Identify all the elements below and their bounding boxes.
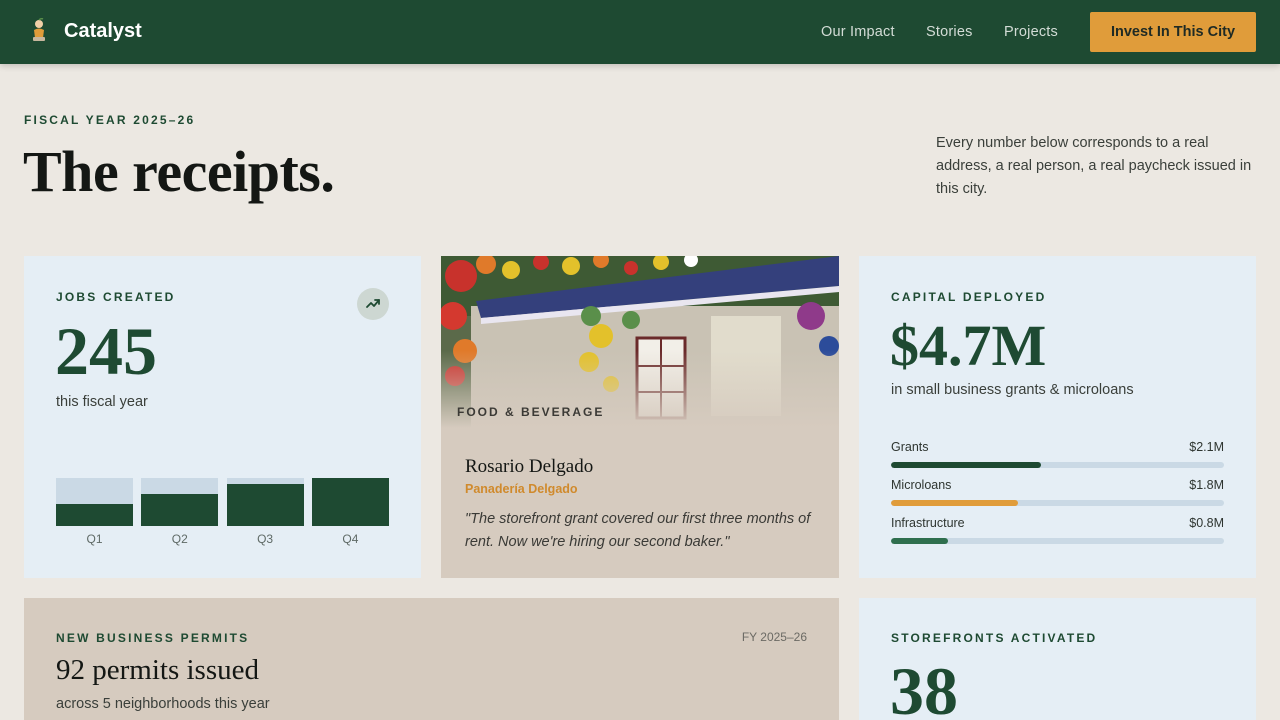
allocation-bar-fill [891,462,1041,468]
bar-q2 [141,478,219,526]
allocation-bar-track [891,500,1224,506]
brand-name: Catalyst [64,19,142,42]
permits-period: FY 2025–26 [741,630,807,644]
allocation-bar-fill [891,538,948,544]
allocation-bar-track [891,462,1224,468]
storefronts-card: STOREFRONTS ACTIVATED 38 [859,598,1256,720]
allocation-amount: $2.1M [1189,440,1224,454]
jobs-created-card: JOBS CREATED 245 this fiscal year Q1 Q2 Q3… [24,256,421,578]
bar-q1 [56,478,133,526]
allocation-bar-track [891,538,1224,544]
allocation-amount: $1.8M [1189,478,1224,492]
trending-up-icon [366,299,380,308]
bar-q3 [226,478,304,526]
nav-link-stories[interactable]: Stories [926,24,973,40]
allocation-amount: $0.8M [1189,516,1224,530]
bar-label-q2: Q2 [171,532,188,546]
business-name[interactable]: Panadería Delgado [465,482,578,496]
bar-fill-q4 [311,478,389,526]
intro-text: Every number below corresponds to a real… [936,135,1252,197]
bar-label-q1: Q1 [86,532,103,546]
capital-value: $4.7M [890,313,1047,378]
storefronts-value: 38 [890,653,958,720]
jobs-value: 245 [55,313,157,389]
page-title: The receipts. [23,139,335,204]
story-card[interactable]: FOOD & BEVERAGE Rosario Delgado Panaderí… [441,256,839,578]
nav-link-our-impact[interactable]: Our Impact [821,24,895,40]
brand-logo[interactable]: Catalyst [28,18,142,44]
capital-caption: in small business grants & microloans [891,382,1134,398]
owner-name: Rosario Delgado [465,456,594,477]
invest-cta-button[interactable]: Invest In This City [1090,12,1256,52]
allocation-name: Infrastructure [891,516,965,530]
capital-deployed-card: CAPITAL DEPLOYED $4.7M in small business… [859,256,1256,578]
allocation-bar-fill [891,500,1018,506]
jobs-caption: this fiscal year [56,394,148,410]
category-tag: FOOD & BEVERAGE [457,405,605,419]
permits-title: 92 permits issued [56,654,259,686]
permits-label: NEW BUSINESS PERMITS [56,631,250,645]
bar-fill-q3 [226,483,304,526]
jobs-label: JOBS CREATED [56,290,176,304]
bar-fill-q2 [141,493,219,526]
top-nav: Catalyst Our Impact Stories Projects Inv… [0,0,1280,64]
seedling-figure-icon [33,18,45,41]
permits-caption: across 5 neighborhoods this year [56,696,270,712]
bar-fill-q1 [56,504,133,526]
bar-q4 [311,478,389,526]
trend-button[interactable] [357,288,389,320]
capital-label: CAPITAL DEPLOYED [891,290,1047,304]
owner-quote: "The storefront grant covered our first … [465,511,811,550]
nav-link-projects[interactable]: Projects [1004,24,1058,40]
allocation-name: Grants [891,440,929,454]
allocation-name: Microloans [891,478,952,492]
bar-label-q3: Q3 [257,532,274,546]
bar-label-q4: Q4 [342,532,359,546]
bakery-storefront-image [441,256,839,428]
storefronts-label: STOREFRONTS ACTIVATED [891,631,1098,645]
fiscal-year-eyebrow: FISCAL YEAR 2025–26 [24,113,196,127]
storefront-photo [441,256,839,428]
permits-card: NEW BUSINESS PERMITS FY 2025–26 92 permi… [24,598,839,720]
quarterly-bar-chart [56,478,389,526]
